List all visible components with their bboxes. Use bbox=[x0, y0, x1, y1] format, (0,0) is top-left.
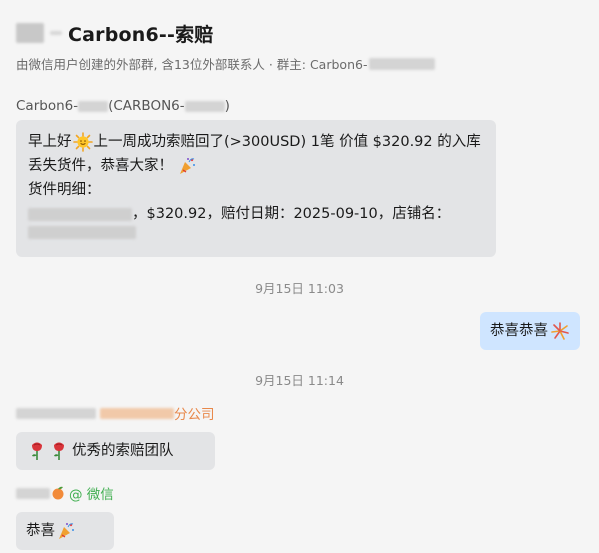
message-bubble[interactable]: 优秀的索赔团队 bbox=[16, 432, 215, 470]
rose-icon bbox=[32, 442, 42, 460]
sender-name-suffix: ) bbox=[224, 98, 230, 114]
rose-icon bbox=[54, 442, 64, 460]
party-popper-icon bbox=[59, 523, 74, 539]
message-sender: 分公司 bbox=[16, 403, 215, 423]
redacted-store-name bbox=[28, 226, 136, 239]
fireworks-emoji-icon bbox=[551, 322, 569, 340]
redacted-sender-name bbox=[16, 487, 50, 499]
message-bubble[interactable]: 恭喜 bbox=[16, 512, 114, 550]
redacted-company-name bbox=[100, 407, 174, 419]
redacted-group-prefix bbox=[16, 23, 44, 43]
sun-emoji-icon bbox=[72, 132, 93, 152]
details-label: 货件明细： bbox=[28, 182, 101, 198]
chat-title[interactable]: Carbon6--索赔 bbox=[68, 20, 214, 47]
chat-subtitle: 由微信用户创建的外部群, 含13位外部联系人 · 群主: Carbon6- bbox=[16, 54, 583, 73]
claim-summary-text: 上一周成功索赔回了(>300USD) 1笔 价值 $320.92 的入库 bbox=[93, 134, 481, 150]
outgoing-message-text: 恭喜恭喜 bbox=[490, 323, 548, 339]
message-line-4: ，$320.92，赔付日期：2025-09-10，店铺名： bbox=[28, 202, 484, 226]
chat-header: Carbon6--索赔 由微信用户创建的外部群, 含13位外部联系人 · 群主:… bbox=[0, 0, 599, 80]
redacted-shipment-id bbox=[28, 207, 132, 221]
message-outgoing-bubble[interactable]: 恭喜恭喜 bbox=[480, 312, 580, 350]
message-incoming-1: Carbon6- (CARBON6- ) 早上好 上一周成功索赔回了(>300U… bbox=[16, 98, 496, 257]
message-line-2: 丢失货件，恭喜大家！ bbox=[28, 154, 484, 178]
chat-title-row: Carbon6--索赔 bbox=[16, 18, 583, 48]
timestamp-divider: 9月15日 11:14 bbox=[255, 373, 344, 388]
redacted-sender-id bbox=[184, 100, 225, 112]
message-sender: Carbon6- (CARBON6- ) bbox=[16, 98, 496, 114]
sender-wechat-tag: @ 微信 bbox=[69, 487, 114, 503]
sender-name-prefix: Carbon6- bbox=[16, 98, 79, 114]
shipment-detail-text: ，$320.92，赔付日期：2025-09-10，店铺名： bbox=[132, 206, 451, 222]
message-line-5 bbox=[28, 226, 484, 239]
greeting-text: 早上好 bbox=[28, 134, 72, 150]
redacted-sender-name bbox=[78, 100, 109, 112]
message-bubble[interactable]: 早上好 上一周成功索赔回了(>300USD) 1笔 价值 $320.92 的入库… bbox=[16, 120, 496, 257]
redacted-owner-name bbox=[369, 57, 436, 70]
sender-company-suffix: 分公司 bbox=[174, 407, 215, 423]
message-line-3: 货件明细： bbox=[28, 178, 484, 202]
peach-emoji-icon bbox=[52, 486, 64, 500]
message-line-1: 早上好 上一周成功索赔回了(>300USD) 1笔 价值 $320.92 的入库 bbox=[28, 130, 484, 154]
message-incoming-3: @ 微信 恭喜 bbox=[16, 483, 114, 550]
redacted-sender-name bbox=[16, 407, 96, 419]
party-popper-icon bbox=[180, 158, 195, 174]
chat-subtitle-text: 由微信用户创建的外部群, 含13位外部联系人 · 群主: Carbon6- bbox=[16, 57, 368, 72]
incoming-message-text: 优秀的索赔团队 bbox=[72, 443, 174, 459]
message-incoming-2: 分公司 优秀的索赔团队 bbox=[16, 403, 215, 470]
congrats-text: 丢失货件，恭喜大家！ bbox=[28, 158, 173, 174]
message-sender: @ 微信 bbox=[16, 483, 114, 503]
redacted-dash bbox=[50, 31, 62, 35]
timestamp-divider: 9月15日 11:03 bbox=[255, 281, 344, 296]
incoming-message-text: 恭喜 bbox=[26, 523, 55, 539]
sender-name-mid: (CARBON6- bbox=[108, 98, 185, 114]
